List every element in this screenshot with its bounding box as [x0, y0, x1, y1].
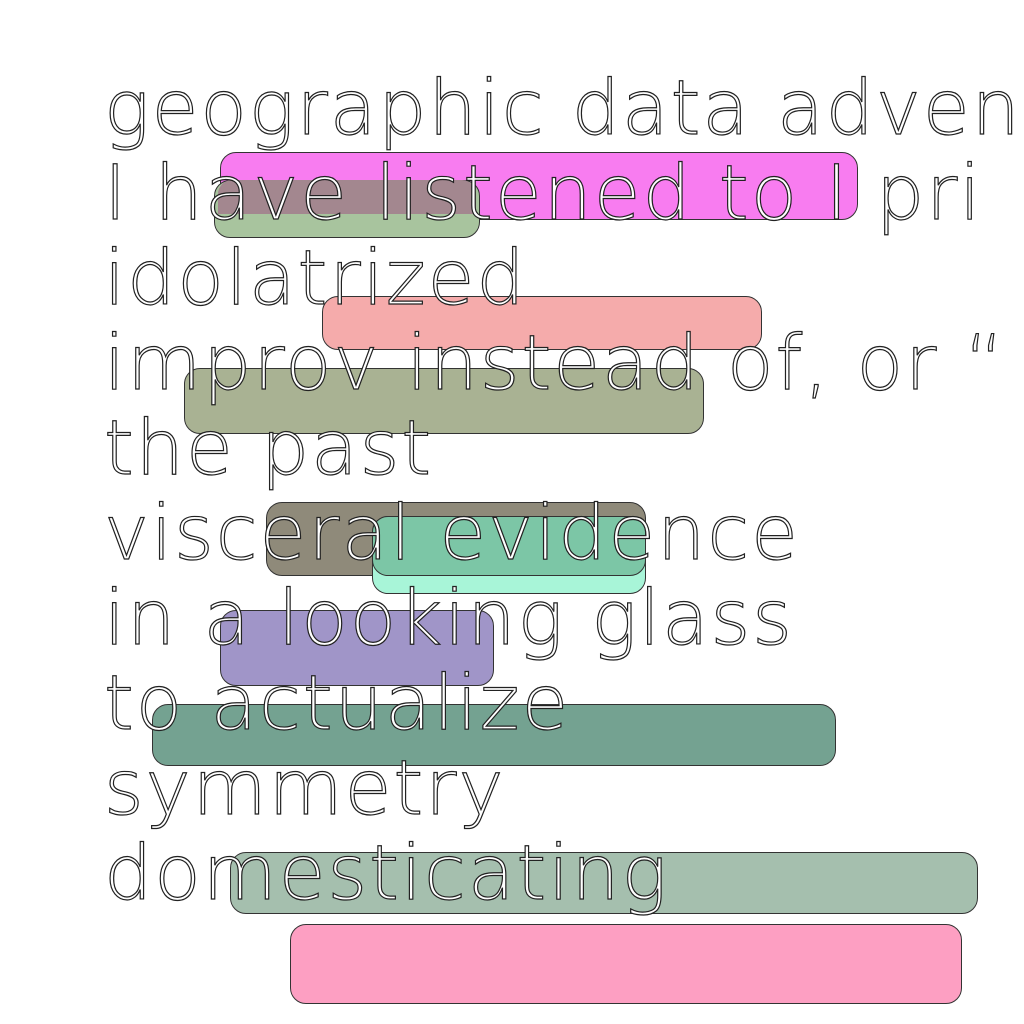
poem-line-1: geographic data adven	[103, 63, 1022, 152]
poem-line-4: improv instead of, or “	[103, 318, 1006, 407]
poem-line-7: in a looking glass	[103, 573, 794, 662]
poem-line-8: to actualize	[103, 658, 571, 747]
poem-line-10: domesticating	[103, 828, 670, 917]
poem-line-2: I have listened to I pri	[103, 148, 983, 237]
poem-line-9: symmetry	[103, 743, 506, 832]
poem: geographic data adven I have listened to…	[0, 0, 1024, 1024]
poem-line-5: the past	[103, 403, 434, 492]
poem-line-3: idolatrized	[103, 233, 527, 322]
poem-line-6: visceral evidence	[103, 488, 800, 577]
